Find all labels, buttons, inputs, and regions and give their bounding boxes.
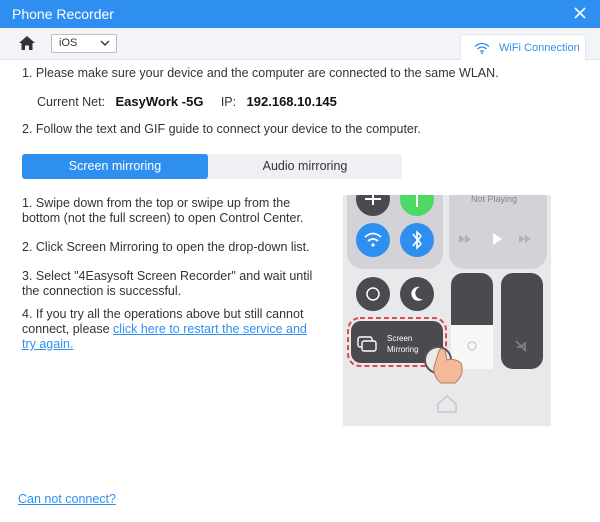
current-net-label: Current Net: (37, 95, 106, 109)
title-bar: Phone Recorder (0, 0, 600, 28)
do-not-disturb-icon (400, 277, 434, 311)
toolbar: iOS WiFi Connection (0, 28, 600, 60)
current-net-row: Current Net: EasyWork -5G IP: 192.168.10… (37, 94, 337, 109)
chevron-down-icon (100, 40, 110, 46)
instruction-3: 3. Select "4Easysoft Screen Recorder" an… (22, 269, 313, 298)
os-select-value: iOS (59, 37, 78, 49)
home-icon[interactable] (18, 35, 36, 51)
instruction-2: 2. Click Screen Mirroring to open the dr… (22, 240, 310, 254)
step-2-text: 2. Follow the text and GIF guide to conn… (22, 122, 421, 136)
ip-value: 192.168.10.145 (246, 94, 337, 109)
control-center-guide-image: Not Playing Screen Mirroring (343, 195, 551, 426)
current-net-value: EasyWork -5G (115, 94, 204, 109)
tab-screen-mirroring[interactable]: Screen mirroring (22, 154, 208, 179)
volume-slider (501, 273, 543, 369)
wifi-toggle-icon (356, 223, 390, 257)
os-select[interactable]: iOS (51, 34, 117, 53)
instruction-1: 1. Swipe down from the top or swipe up f… (22, 196, 304, 225)
tab-audio-mirroring[interactable]: Audio mirroring (208, 154, 402, 179)
window-title: Phone Recorder (12, 6, 114, 22)
instruction-4: 4. If you try all the operations above b… (22, 307, 322, 352)
rotation-lock-icon (356, 277, 390, 311)
screen-mirroring-label-line2: Mirroring (387, 345, 419, 354)
ip-label: IP: (220, 95, 237, 109)
cant-connect-link[interactable]: Can not connect? (18, 492, 116, 506)
close-icon[interactable] (572, 5, 588, 21)
mirroring-mode-tabs: Screen mirroring Audio mirroring (22, 154, 402, 179)
step-1-text: 1. Please make sure your device and the … (22, 66, 499, 80)
wifi-icon (474, 42, 490, 54)
wifi-tab-label: WiFi Connection (499, 42, 580, 54)
not-playing-label: Not Playing (471, 195, 517, 204)
screen-mirroring-label-line1: Screen (387, 334, 412, 343)
tab-wifi-connection[interactable]: WiFi Connection (460, 34, 586, 60)
